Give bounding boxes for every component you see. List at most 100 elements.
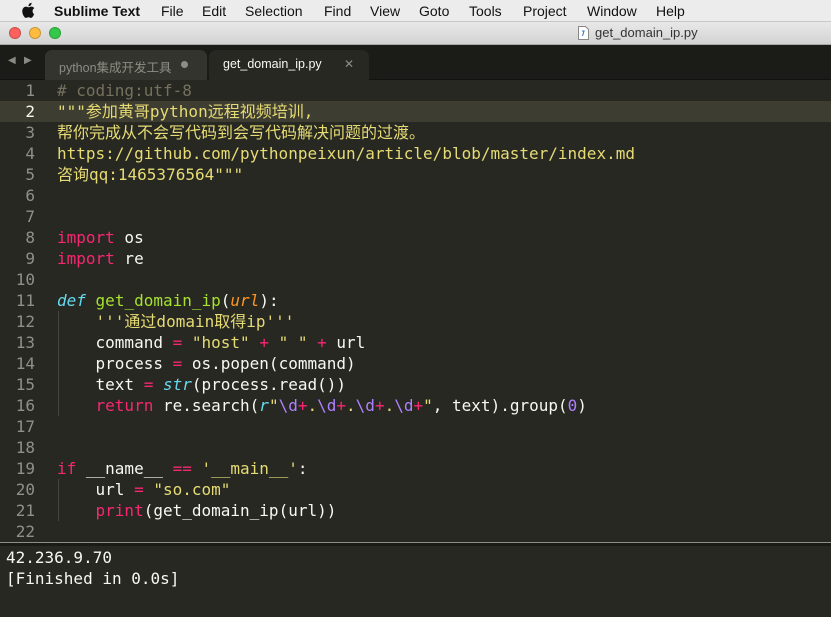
tab-label: python集成开发工具 xyxy=(59,61,172,75)
code-text: """参加黄哥python远程视频培训, xyxy=(57,101,313,122)
code-editor[interactable]: 1 # coding:utf-8 2 """参加黄哥python远程视频培训, 3 帮你完… xyxy=(0,80,831,542)
minimize-window-button[interactable] xyxy=(29,27,41,39)
code-token: import xyxy=(57,228,115,247)
code-token: https://github.com/pythonpeixun/article/… xyxy=(57,144,635,163)
code-text: import os xyxy=(57,227,144,248)
line-number: 16 xyxy=(15,396,35,415)
code-text: return re.search(r"\d+.\d+.\d+.\d+", tex… xyxy=(57,395,587,416)
code-line[interactable]: 17 xyxy=(0,416,831,437)
code-token: " xyxy=(268,396,279,415)
code-token: == xyxy=(172,459,192,478)
code-token: "host" xyxy=(191,333,250,352)
code-token: 帮你完成从不会写代码到会写代码解决问题的过渡。 xyxy=(57,123,426,142)
menu-file[interactable]: File xyxy=(161,3,184,19)
code-text: text = str(process.read()) xyxy=(57,374,346,395)
code-token: # coding:utf-8 xyxy=(57,81,192,100)
tab-forward-arrow-icon[interactable]: ▶ xyxy=(24,55,32,66)
code-line[interactable]: 9 import re xyxy=(0,248,831,269)
zoom-window-button[interactable] xyxy=(49,27,61,39)
unsaved-dot-icon[interactable] xyxy=(181,61,188,68)
build-output-panel[interactable]: 42.236.9.70 [Finished in 0.0s] xyxy=(0,546,831,617)
line-number: 10 xyxy=(15,270,35,289)
line-number: 3 xyxy=(25,123,35,142)
code-line[interactable]: 7 xyxy=(0,206,831,227)
code-line[interactable]: 15 text = str(process.read()) xyxy=(0,374,831,395)
code-line[interactable]: 8 import os xyxy=(0,227,831,248)
code-token: get_domain_ip xyxy=(95,291,221,310)
code-token: = xyxy=(143,375,154,394)
code-line[interactable]: 3 帮你完成从不会写代码到会写代码解决问题的过渡。 xyxy=(0,122,831,143)
code-line[interactable]: 19 if __name__ == '__main__': xyxy=(0,458,831,479)
menu-view[interactable]: View xyxy=(370,3,400,19)
code-token: r xyxy=(259,396,269,415)
tab-python-tools[interactable]: python集成开发工具 xyxy=(45,50,207,80)
code-text: print(get_domain_ip(url)) xyxy=(57,500,337,521)
code-token: if xyxy=(57,459,77,478)
indent-guide xyxy=(58,311,59,416)
line-number: 12 xyxy=(15,312,35,331)
code-token: import xyxy=(57,249,115,268)
code-token: re.search( xyxy=(153,396,260,415)
code-token: url xyxy=(326,333,366,352)
code-token: \d xyxy=(394,396,414,415)
code-text: def get_domain_ip(url): xyxy=(57,290,279,311)
menu-tools[interactable]: Tools xyxy=(469,3,502,19)
code-token: '''通过domain取得ip''' xyxy=(95,312,295,331)
code-line[interactable]: 1 # coding:utf-8 xyxy=(0,80,831,101)
code-token: str xyxy=(162,375,192,394)
code-line[interactable]: 18 xyxy=(0,437,831,458)
code-line[interactable]: 10 xyxy=(0,269,831,290)
code-line[interactable]: 20 url = "so.com" xyxy=(0,479,831,500)
menu-selection[interactable]: Selection xyxy=(245,3,303,19)
code-line[interactable]: 21 print(get_domain_ip(url)) xyxy=(0,500,831,521)
code-text: process = os.popen(command) xyxy=(57,353,356,374)
code-token: print xyxy=(95,501,144,520)
line-number: 21 xyxy=(15,501,35,520)
line-number: 15 xyxy=(15,375,35,394)
code-line[interactable]: 2 """参加黄哥python远程视频培训, xyxy=(0,101,831,122)
code-token: + xyxy=(317,333,327,352)
code-token: \d xyxy=(278,396,298,415)
line-number: 22 xyxy=(15,522,35,541)
code-token: ( xyxy=(220,291,231,310)
code-line[interactable]: 22 xyxy=(0,521,831,542)
code-line[interactable]: 11 def get_domain_ip(url): xyxy=(0,290,831,311)
code-line[interactable]: 14 process = os.popen(command) xyxy=(0,353,831,374)
code-token: return xyxy=(95,396,154,415)
menu-goto[interactable]: Goto xyxy=(419,3,449,19)
close-window-button[interactable] xyxy=(9,27,21,39)
code-token: " " xyxy=(278,333,308,352)
menu-project[interactable]: Project xyxy=(523,3,567,19)
code-line[interactable]: 5 咨询qq:1465376564""" xyxy=(0,164,831,185)
menu-edit[interactable]: Edit xyxy=(202,3,226,19)
menu-help[interactable]: Help xyxy=(656,3,685,19)
menu-find[interactable]: Find xyxy=(324,3,351,19)
code-line[interactable]: 4 https://github.com/pythonpeixun/article… xyxy=(0,143,831,164)
code-token: " xyxy=(423,396,433,415)
code-line[interactable]: 13 command = "host" + " " + url xyxy=(0,332,831,353)
tab-back-arrow-icon[interactable]: ◀ xyxy=(8,55,16,66)
code-token: 0 xyxy=(567,396,578,415)
apple-icon[interactable] xyxy=(21,2,35,19)
code-line[interactable]: 12 '''通过domain取得ip''' xyxy=(0,311,831,332)
code-text: https://github.com/pythonpeixun/article/… xyxy=(57,143,635,164)
menu-window[interactable]: Window xyxy=(587,3,637,19)
code-line[interactable]: 6 xyxy=(0,185,831,206)
tab-get-domain-ip[interactable]: get_domain_ip.py ✕ xyxy=(209,50,369,80)
code-token: \d xyxy=(317,396,337,415)
code-line[interactable]: 16 return re.search(r"\d+.\d+.\d+.\d+", … xyxy=(0,395,831,416)
code-text: import re xyxy=(57,248,144,269)
line-number: 18 xyxy=(15,438,35,457)
code-token: . xyxy=(307,396,318,415)
output-result-line: 42.236.9.70 xyxy=(6,548,112,567)
menu-bar: Sublime Text File Edit Selection Find Vi… xyxy=(0,0,831,22)
app-name-menu[interactable]: Sublime Text xyxy=(54,3,140,19)
line-number: 8 xyxy=(25,228,35,247)
close-tab-icon[interactable]: ✕ xyxy=(344,57,354,71)
